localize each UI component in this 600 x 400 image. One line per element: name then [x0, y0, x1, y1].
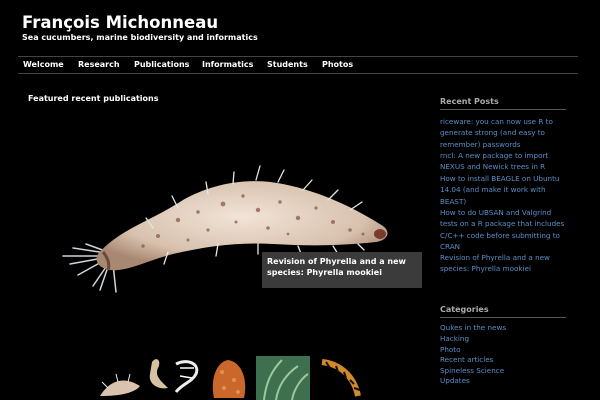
recent-post-link[interactable]: riceware: you can now use R to generate … — [440, 116, 566, 150]
site-title[interactable]: François Michonneau — [22, 13, 218, 32]
thumbnail-cucumber-small[interactable] — [100, 373, 140, 396]
category-link[interactable]: Photo — [440, 345, 566, 356]
nav-item-photos[interactable]: Photos — [322, 57, 353, 73]
thumbnail-black-white[interactable] — [174, 360, 199, 393]
recent-post-link[interactable]: How to install BEAGLE on Ubuntu 14.04 (a… — [440, 173, 566, 207]
featured-heading: Featured recent publications — [28, 94, 159, 103]
nav-item-welcome[interactable]: Welcome — [23, 57, 64, 73]
site-tagline: Sea cucumbers, marine biodiversity and i… — [22, 33, 258, 42]
recent-posts-heading: Recent Posts — [440, 97, 566, 110]
category-link[interactable]: Spineless Science — [440, 366, 566, 377]
featured-caption[interactable]: Revision of Phyrella and a new species: … — [262, 252, 422, 288]
nav-item-students[interactable]: Students — [267, 57, 308, 73]
thumbnail-striped[interactable] — [321, 359, 361, 397]
recent-post-link[interactable]: Revision of Phyrella and a new species: … — [440, 252, 566, 275]
recent-post-link[interactable]: How to do UBSAN and Valgrind tests on a … — [440, 207, 566, 252]
thumbnail-shell[interactable] — [149, 359, 168, 389]
category-link[interactable]: Updates — [440, 376, 566, 387]
publication-thumbnails[interactable] — [96, 352, 366, 400]
category-link[interactable]: Qukes in the news — [440, 323, 566, 334]
thumbnail-orange-cucumber[interactable] — [212, 360, 246, 398]
thumbnail-seagrass[interactable] — [256, 356, 310, 400]
categories-heading: Categories — [440, 305, 566, 318]
category-link[interactable]: Hacking — [440, 334, 566, 345]
nav-item-publications[interactable]: Publications — [134, 57, 189, 73]
nav-item-informatics[interactable]: Informatics — [202, 57, 253, 73]
recent-post-link[interactable]: rncl: A new package to import NEXUS and … — [440, 150, 566, 173]
category-link[interactable]: Recent articles — [440, 355, 566, 366]
main-nav: Welcome Research Publications Informatic… — [18, 56, 578, 74]
nav-item-research[interactable]: Research — [78, 57, 120, 73]
